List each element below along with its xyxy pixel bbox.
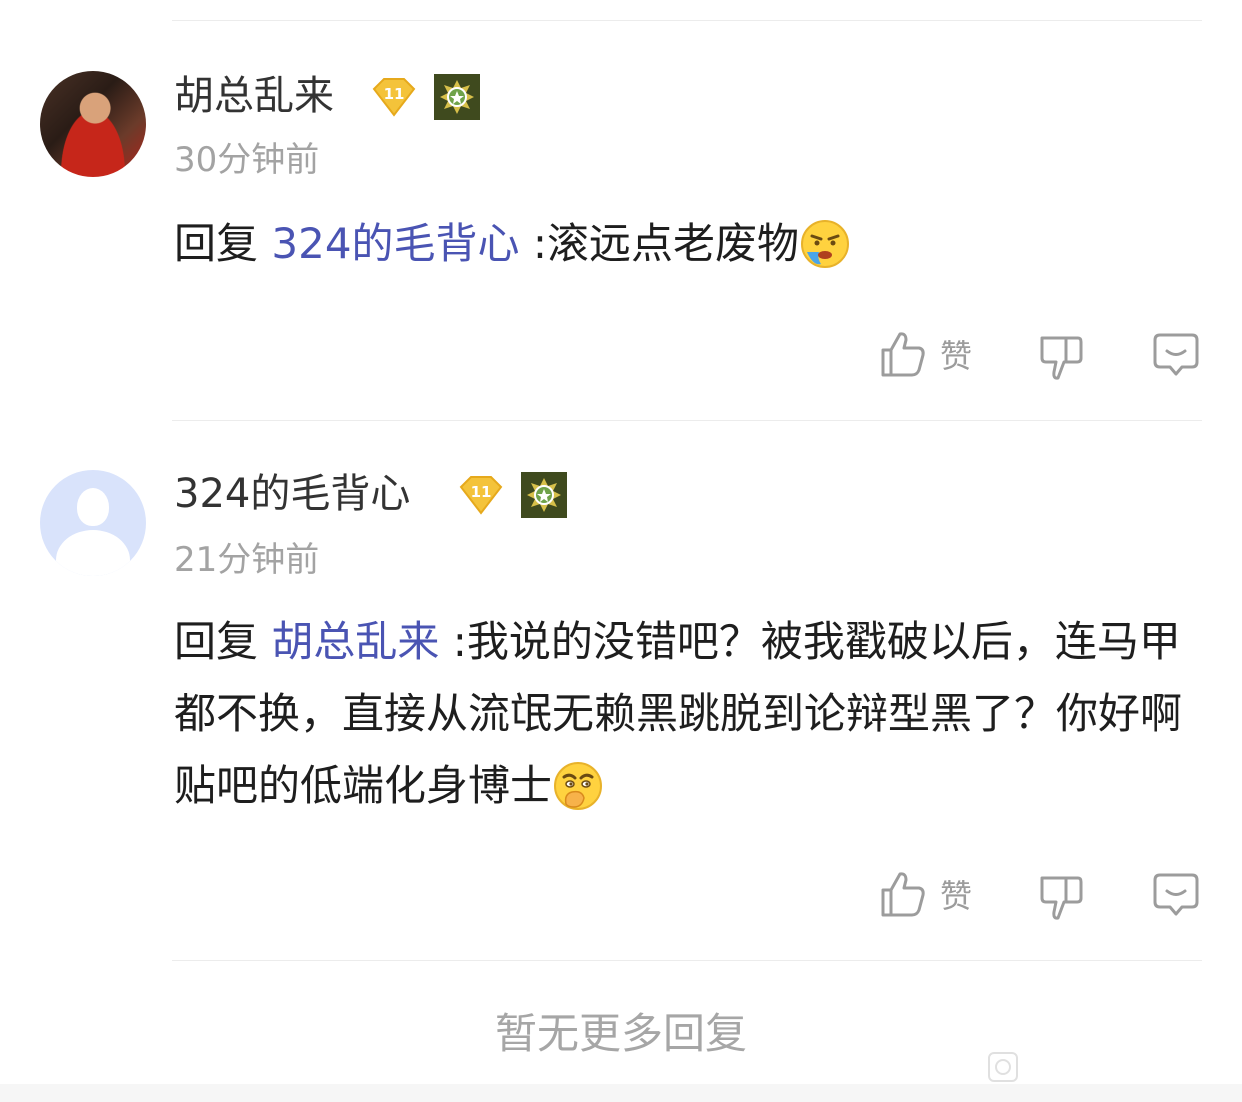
comment-time: 30分钟前 bbox=[174, 140, 320, 180]
reply-prefix: 回复 bbox=[174, 617, 259, 666]
level-number: 11 bbox=[384, 85, 405, 103]
user-badges: 11 bbox=[368, 74, 480, 120]
avatar[interactable] bbox=[40, 470, 146, 576]
medal-icon bbox=[434, 74, 480, 120]
like-label: 赞 bbox=[940, 877, 973, 915]
like-button[interactable]: 赞 bbox=[880, 870, 972, 918]
level-number: 11 bbox=[471, 483, 492, 501]
level-badge-icon: 11 bbox=[372, 78, 416, 117]
watermark-icon bbox=[988, 1052, 1018, 1082]
comment-body: 回复 324的毛背心 :滚远点老废物 bbox=[174, 208, 1204, 280]
avatar[interactable] bbox=[40, 71, 146, 177]
comment-text: :滚远点老废物 bbox=[532, 219, 800, 268]
like-button[interactable]: 赞 bbox=[880, 330, 972, 378]
comment-bubble-icon bbox=[1153, 333, 1199, 376]
reply-button[interactable] bbox=[1152, 332, 1200, 378]
reply-mention[interactable]: 324的毛背心 bbox=[271, 219, 519, 268]
reply-button[interactable] bbox=[1152, 872, 1200, 918]
bottom-bar bbox=[0, 1084, 1242, 1102]
comment-divider bbox=[172, 420, 1202, 421]
default-avatar-icon bbox=[77, 488, 109, 526]
thumbs-up-icon bbox=[881, 872, 925, 917]
reply-mention[interactable]: 胡总乱来 bbox=[271, 617, 439, 666]
no-more-replies-text: 暂无更多回复 bbox=[494, 1009, 747, 1058]
comment-time: 21分钟前 bbox=[174, 540, 320, 580]
comment-actions: 赞 bbox=[0, 866, 1242, 926]
comment-bubble-icon bbox=[1153, 873, 1199, 916]
reply-prefix: 回复 bbox=[174, 219, 259, 268]
thumbs-down-icon bbox=[1040, 876, 1083, 920]
thumbs-down-icon bbox=[1040, 336, 1083, 380]
level-badge-icon: 11 bbox=[459, 476, 503, 515]
medal-icon bbox=[521, 472, 567, 518]
dislike-button[interactable] bbox=[1038, 874, 1084, 922]
vomit-face-emoji-icon bbox=[801, 220, 850, 268]
thumbs-up-icon bbox=[881, 332, 925, 377]
comment-divider bbox=[172, 960, 1202, 961]
user-badges: 11 bbox=[455, 472, 567, 518]
smirk-cover-mouth-emoji-icon bbox=[554, 762, 603, 810]
username[interactable]: 胡总乱来 bbox=[174, 72, 334, 120]
username[interactable]: 324的毛背心 bbox=[174, 470, 410, 518]
like-label: 赞 bbox=[940, 337, 973, 375]
comment-body: 回复 胡总乱来 :我说的没错吧？被我戳破以后，连马甲都不换，直接从流氓无赖黑跳脱… bbox=[174, 606, 1204, 822]
top-divider bbox=[172, 20, 1202, 21]
dislike-button[interactable] bbox=[1038, 334, 1084, 382]
comment-actions: 赞 bbox=[0, 326, 1242, 386]
